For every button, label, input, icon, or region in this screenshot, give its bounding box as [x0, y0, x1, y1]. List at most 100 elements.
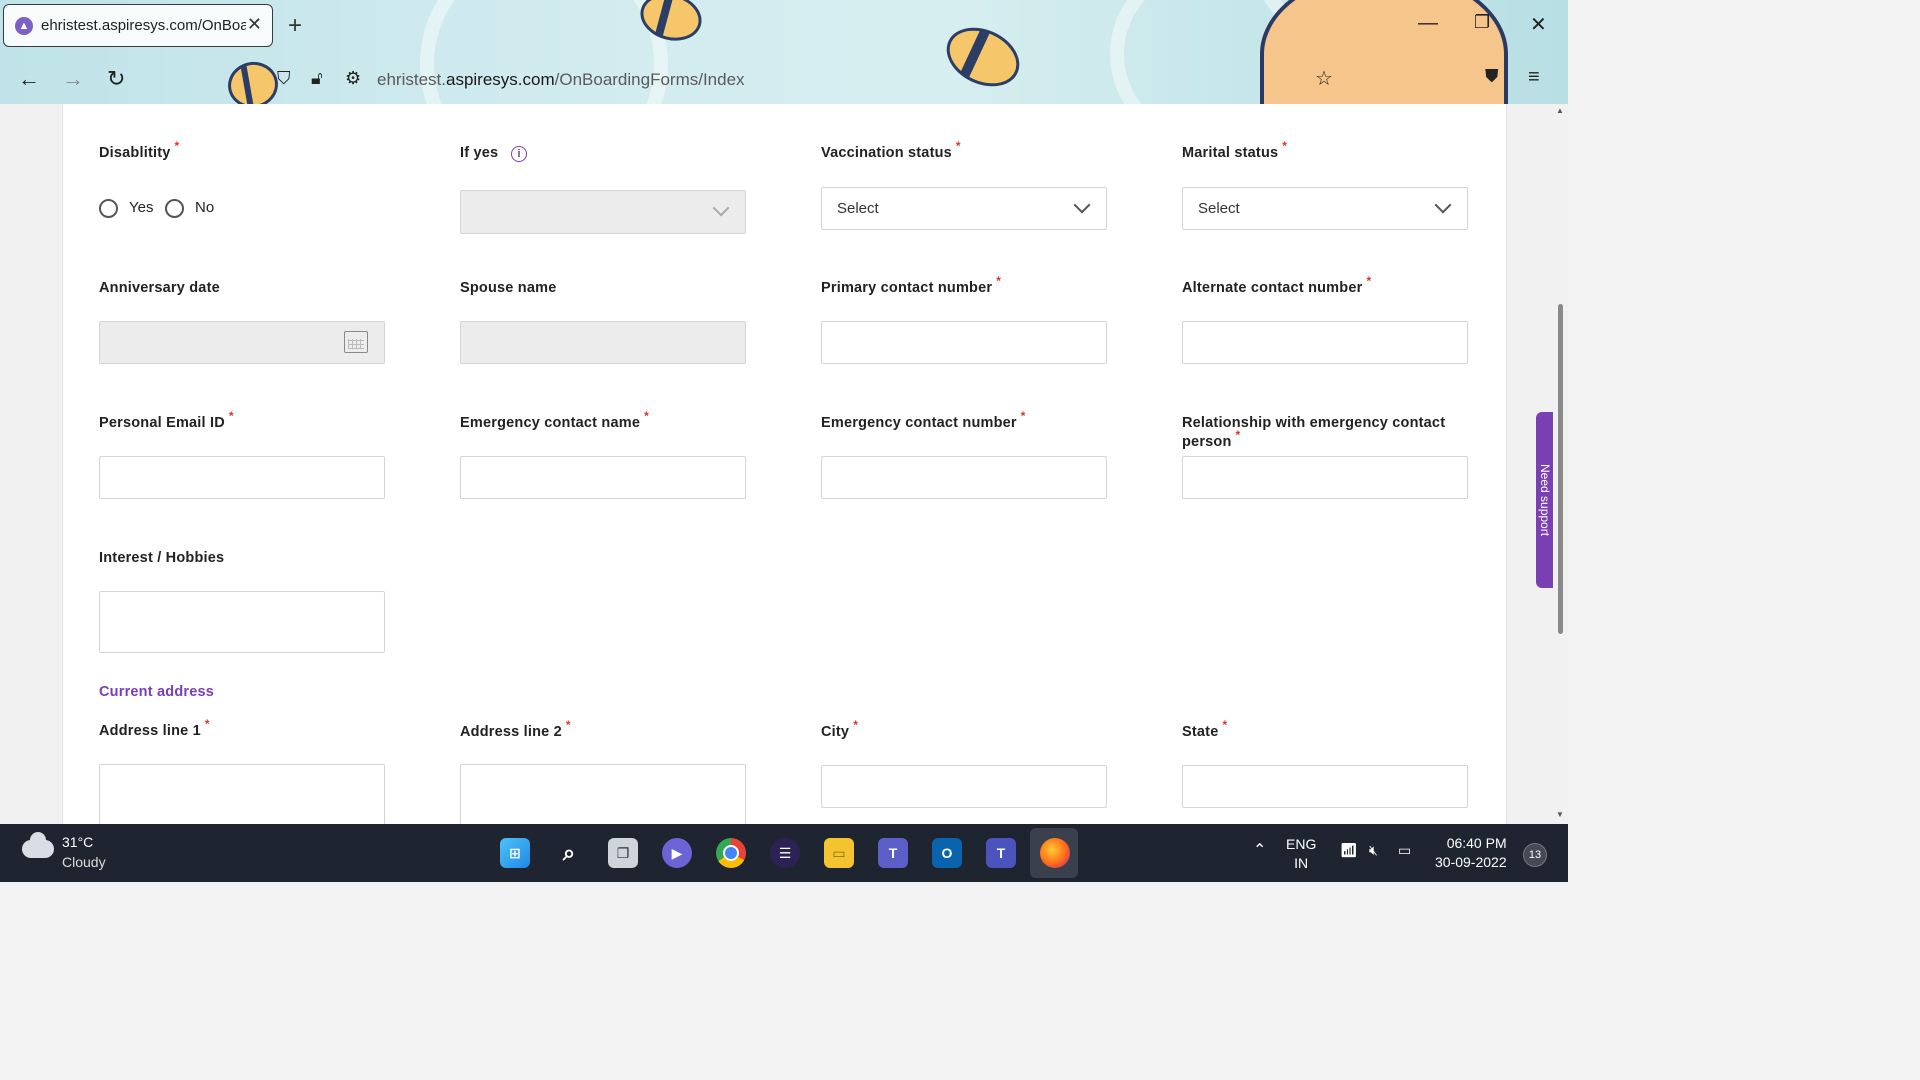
- scroll-down-icon[interactable]: ▼: [1556, 810, 1564, 819]
- notification-badge[interactable]: 13: [1523, 843, 1547, 867]
- teams-work-icon[interactable]: T: [986, 838, 1016, 868]
- alternate-contact-input[interactable]: [1182, 321, 1468, 364]
- weather-description[interactable]: Cloudy: [62, 854, 106, 870]
- marital-status-label: Marital status *: [1182, 139, 1287, 163]
- address-line1-input[interactable]: [99, 764, 385, 824]
- close-tab-icon[interactable]: ✕: [247, 14, 262, 35]
- volume-muted-icon[interactable]: 🔇︎: [1369, 842, 1378, 859]
- disability-no-radio[interactable]: [165, 199, 184, 218]
- url-path: /OnBoardingForms/Index: [554, 70, 745, 89]
- back-icon[interactable]: ←: [18, 66, 40, 92]
- required-mark: *: [1235, 428, 1241, 442]
- if-yes-select: [460, 190, 746, 234]
- battery-icon[interactable]: ▭: [1398, 842, 1411, 859]
- permissions-icon[interactable]: ⚙: [345, 68, 361, 89]
- emergency-number-input[interactable]: [821, 456, 1107, 499]
- required-mark: *: [1020, 409, 1026, 423]
- label-text: Alternate contact number: [1182, 280, 1363, 296]
- weather-temperature[interactable]: 31°C: [62, 834, 93, 850]
- required-mark: *: [1222, 718, 1228, 732]
- firefox-icon[interactable]: [1040, 838, 1070, 868]
- alternate-contact-label: Alternate contact number *: [1182, 274, 1371, 298]
- address-bar[interactable]: ehristest.aspiresys.com/OnBoardingForms/…: [377, 70, 745, 90]
- if-yes-label: If yes: [460, 144, 498, 163]
- label-text: Emergency contact number: [821, 415, 1017, 431]
- minimize-icon[interactable]: —: [1418, 12, 1438, 35]
- disability-no-label[interactable]: No: [195, 199, 214, 216]
- relationship-input[interactable]: [1182, 456, 1468, 499]
- label-text: If yes: [460, 145, 499, 161]
- label-text: Marital status: [1182, 145, 1279, 161]
- spouse-name-label: Spouse name: [460, 280, 557, 296]
- new-tab-icon[interactable]: +: [288, 12, 302, 40]
- restore-icon[interactable]: ❐: [1474, 12, 1490, 33]
- start-icon[interactable]: ⊞: [500, 838, 530, 868]
- marital-status-select[interactable]: Select: [1182, 187, 1468, 230]
- outlook-icon[interactable]: O: [932, 838, 962, 868]
- shield-icon[interactable]: ⛉: [277, 68, 291, 89]
- city-input[interactable]: [821, 765, 1107, 808]
- url-domain: aspiresys.com: [445, 70, 555, 89]
- pocket-icon[interactable]: ⛊: [1485, 66, 1499, 87]
- forward-icon[interactable]: →: [62, 66, 84, 92]
- required-mark: *: [644, 409, 649, 423]
- chrome-icon[interactable]: [716, 838, 746, 868]
- required-mark: *: [1366, 274, 1372, 288]
- state-input[interactable]: [1182, 765, 1468, 808]
- page-content: Disablitity * Yes No If yes i Vaccination…: [0, 104, 1568, 824]
- info-icon[interactable]: i: [511, 146, 527, 162]
- disability-yes-radio[interactable]: [99, 199, 118, 218]
- chevron-down-icon: [712, 199, 730, 217]
- need-support-tab[interactable]: Need support: [1536, 412, 1554, 588]
- close-window-icon[interactable]: ✕: [1530, 12, 1547, 37]
- scroll-up-icon[interactable]: ▲: [1556, 106, 1564, 115]
- region-code: IN: [1294, 855, 1309, 871]
- calendar-icon[interactable]: [344, 331, 368, 353]
- primary-contact-input[interactable]: [821, 321, 1107, 364]
- address-line1-label: Address line 1 *: [99, 717, 210, 741]
- chat-icon[interactable]: ▶: [662, 838, 692, 868]
- personal-email-input[interactable]: [99, 456, 385, 499]
- required-mark: *: [955, 139, 961, 153]
- label-text: Address line 2: [460, 724, 562, 740]
- address-line2-input[interactable]: [460, 764, 746, 824]
- wifi-icon[interactable]: 📶︎: [1340, 842, 1358, 859]
- cloudy-weather-icon[interactable]: [22, 832, 54, 858]
- anniversary-date-label: Anniversary date: [99, 280, 220, 296]
- eclipse-icon[interactable]: ☰: [770, 838, 800, 868]
- page-scrollbar[interactable]: ▲ ▼: [1553, 104, 1568, 824]
- required-mark: *: [204, 717, 210, 731]
- disability-label: Disablitity *: [99, 139, 179, 163]
- bookmark-star-icon[interactable]: ☆: [1315, 66, 1333, 91]
- search-icon[interactable]: ⌕: [554, 838, 584, 868]
- clock-time: 06:40 PM: [1446, 835, 1507, 851]
- teams-icon[interactable]: T: [878, 838, 908, 868]
- label-text: City: [821, 724, 850, 740]
- emergency-name-label: Emergency contact name *: [460, 409, 649, 433]
- show-hidden-icons[interactable]: ⌃: [1253, 840, 1266, 860]
- language-indicator[interactable]: ENG IN: [1286, 835, 1316, 873]
- clock[interactable]: 06:40 PM 30-09-2022: [1435, 834, 1507, 872]
- required-mark: *: [996, 274, 1002, 288]
- vaccination-status-label: Vaccination status *: [821, 139, 961, 163]
- reload-icon[interactable]: ↻: [107, 66, 125, 92]
- label-text: Vaccination status: [821, 145, 952, 161]
- lock-icon[interactable]: 🔓︎: [311, 68, 323, 89]
- file-explorer-icon[interactable]: ▭: [824, 838, 854, 868]
- vaccination-status-select[interactable]: Select: [821, 187, 1107, 230]
- required-mark: *: [228, 409, 234, 423]
- interests-textarea[interactable]: [99, 591, 385, 653]
- disability-yes-label[interactable]: Yes: [129, 199, 153, 216]
- city-label: City *: [821, 718, 858, 742]
- menu-icon[interactable]: ≡: [1528, 66, 1540, 89]
- chevron-down-icon: [1434, 196, 1452, 214]
- site-favicon-icon: ▲: [15, 16, 33, 35]
- browser-tab[interactable]: ▲ ehristest.aspiresys.com/OnBoardingForm…: [3, 4, 273, 47]
- scroll-thumb[interactable]: [1558, 304, 1563, 634]
- browser-chrome: ▲ ehristest.aspiresys.com/OnBoardingForm…: [0, 0, 1568, 104]
- label-text: Address line 1: [99, 723, 201, 739]
- task-view-icon[interactable]: ❐: [608, 838, 638, 868]
- emergency-name-input[interactable]: [460, 456, 746, 499]
- language-code: ENG: [1286, 836, 1317, 852]
- select-value: Select: [1198, 200, 1240, 217]
